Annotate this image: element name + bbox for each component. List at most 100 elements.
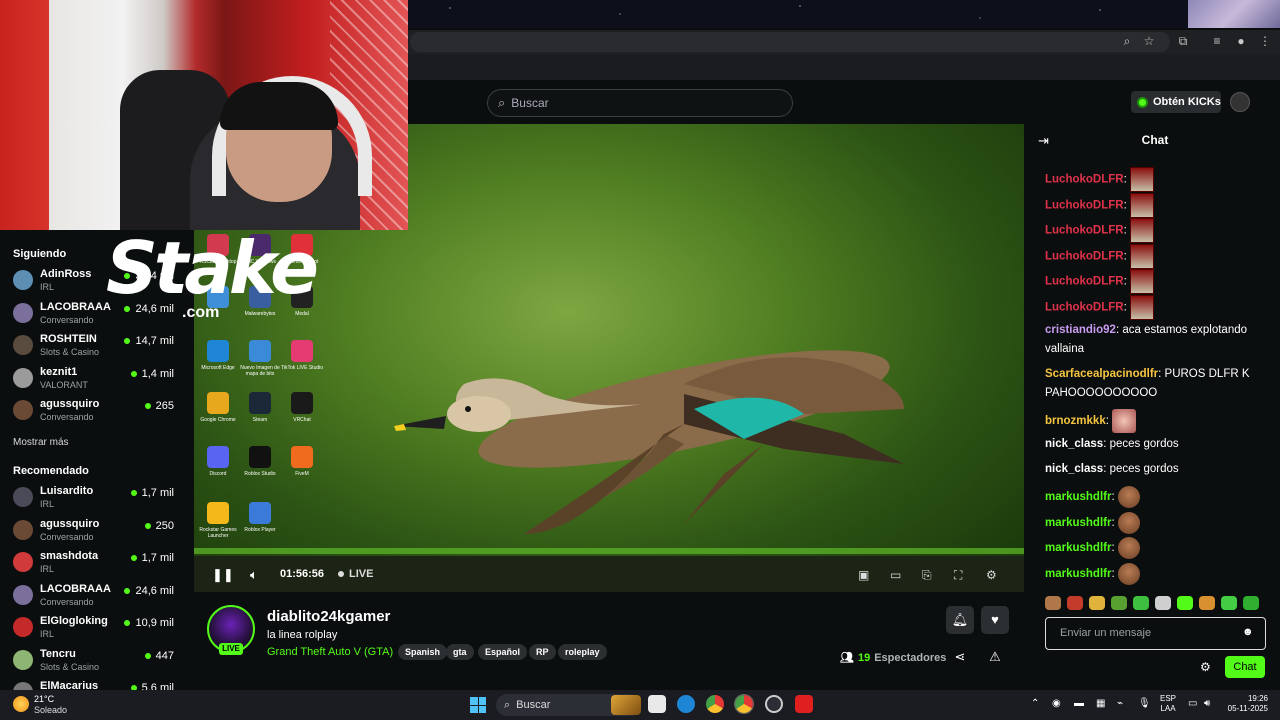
theater-mode-icon[interactable]: ▭ [890,568,901,582]
tag-pill[interactable]: roleplay [558,644,607,660]
fullscreen-icon[interactable]: ⛶ [954,568,962,583]
quick-emote-icon[interactable] [1199,596,1215,610]
chat-username[interactable]: cristiandio92 [1045,324,1116,336]
stake-logo-com: .com [182,304,220,321]
chat-username[interactable]: LuchokoDLFR [1045,302,1124,314]
show-more-link[interactable]: Mostrar más [13,437,69,448]
chat-message-input[interactable]: Enviar un mensaje [1045,617,1266,650]
sidebar-channel-item[interactable]: Tencru Slots & Casino 447 [13,647,178,677]
sidebar-channel-item[interactable]: ElGlogloking IRL 10,9 mil [13,614,178,644]
sidebar-channel-item[interactable]: smashdota IRL 1,7 mil [13,549,178,579]
chat-username[interactable]: LuchokoDLFR [1045,174,1124,186]
chrome-icon[interactable] [706,695,724,713]
chat-username[interactable]: brnozmkkk [1045,415,1106,427]
windows-search-box[interactable]: ⌕ Buscar [496,694,641,716]
chat-message: markushdlfr: [1045,486,1265,508]
chat-username[interactable]: nick_class [1045,463,1103,475]
weather-icon[interactable] [13,696,29,712]
emote-picker-icon[interactable]: ☻ [1242,626,1254,638]
tray-network-icon[interactable]: ⌁ [1117,698,1123,709]
chat-settings-icon[interactable]: ⚙ [1200,660,1214,674]
quick-emote-icon[interactable] [1045,596,1061,610]
follow-button[interactable]: ♥ [981,606,1009,634]
sidebar-channel-item[interactable]: keznit1 VALORANT 1,4 mil [13,365,178,395]
quick-emote-icon[interactable] [1155,596,1171,610]
channel-name[interactable]: diablito24kgamer [267,608,390,625]
share-icon[interactable]: ⋖ [951,648,969,666]
pause-icon[interactable]: ❚❚ [212,567,234,583]
tag-pill[interactable]: Spanish [398,644,448,660]
tray-grid-icon[interactable]: ▦ [1096,698,1105,709]
quick-emote-icon[interactable] [1111,596,1127,610]
video-progress-bar[interactable] [194,548,1024,554]
youtube-icon[interactable] [795,695,813,713]
picture-in-picture-icon[interactable]: ▣ [858,568,869,582]
media-controls-icon[interactable]: ≡ [1210,34,1224,48]
search-input[interactable]: ⌕ Buscar [487,89,793,117]
tag-pill[interactable]: Español [478,644,528,660]
chat-username[interactable]: markushdlfr [1045,517,1111,529]
desktop-icon-label: Microsoft Edge [201,365,235,371]
tag-pill[interactable]: RP [529,644,556,660]
quick-emote-icon[interactable] [1221,596,1237,610]
address-bar[interactable] [410,32,1170,52]
send-chat-button[interactable]: Chat [1225,656,1265,678]
edge-icon[interactable] [677,695,695,713]
discord-tray-icon[interactable]: ◉ [1052,698,1061,709]
chat-username[interactable]: markushdlfr [1045,491,1111,503]
sidebar-channel-item[interactable]: agussquiro Conversando 250 [13,517,178,547]
desktop-app-icon [291,446,313,468]
live-indicator[interactable]: LIVE [338,568,373,580]
sidebar-channel-item[interactable]: agussquiro Conversando 265 [13,397,178,427]
notifications-bell-button[interactable]: 🔔︎ [946,606,974,634]
chat-message: nick_class: peces gordos [1045,463,1179,475]
chat-username[interactable]: Scarfacealpacinodlfr [1045,368,1158,380]
extensions-icon[interactable]: ⧉ [1176,34,1190,48]
stream-category-link[interactable]: Grand Theft Auto V (GTA) [267,646,393,658]
sidebar-channel-item[interactable]: ROSHTEIN Slots & Casino 14,7 mil [13,332,178,362]
monitor-icon[interactable]: ▭ [1188,698,1197,709]
browser-menu-icon[interactable]: ⋮ [1258,34,1272,48]
chat-username[interactable]: LuchokoDLFR [1045,200,1124,212]
quick-emote-icon[interactable] [1133,596,1149,610]
clip-icon[interactable]: ⎘ [922,568,932,583]
chat-username[interactable]: nick_class [1045,438,1103,450]
language-indicator[interactable]: ESP LAA [1158,694,1178,714]
chat-username[interactable]: LuchokoDLFR [1045,276,1124,288]
report-icon[interactable]: ⚠ [986,648,1004,666]
profile-icon[interactable]: ● [1234,34,1248,48]
zoom-icon[interactable]: ⌕ [1120,34,1134,48]
chat-username[interactable]: LuchokoDLFR [1045,251,1124,263]
quick-emote-icon[interactable] [1067,596,1083,610]
sidebar-channel-item[interactable]: Luisardito IRL 1,7 mil [13,484,178,514]
speaker-icon[interactable]: 🔊︎ [1204,698,1210,709]
tag-pill[interactable]: gta [446,644,474,660]
settings-gear-icon[interactable]: ⚙ [986,568,997,582]
system-clock[interactable]: 19:26 05-11-2025 [1224,694,1268,714]
channel-avatar-icon [13,335,33,355]
chat-username[interactable]: markushdlfr [1045,542,1111,554]
sidebar-channel-item[interactable]: LACOBRAAA Conversando 24,6 mil [13,582,178,612]
show-hidden-icons-icon[interactable]: ⌃ [1031,698,1039,709]
user-avatar[interactable] [1230,92,1250,112]
chat-username[interactable]: LuchokoDLFR [1045,225,1124,237]
tray-app-icon[interactable]: ▬ [1074,698,1084,709]
obs-icon[interactable] [765,695,783,713]
volume-icon[interactable]: 🔈︎ [250,567,266,583]
sidebar-channel-name: Tencru [40,647,76,660]
chat-username[interactable]: markushdlfr [1045,568,1111,580]
file-explorer-icon[interactable] [648,695,666,713]
collapse-chat-icon[interactable]: ⇥ [1038,133,1054,148]
sidebar-channel-category: VALORANT [40,379,88,390]
bookmark-star-icon[interactable]: ☆ [1142,34,1156,48]
microphone-icon[interactable]: 🎙︎ [1138,698,1151,709]
quick-emote-icon[interactable] [1177,596,1193,610]
get-kicks-button[interactable]: Obtén KICKs [1131,91,1221,113]
windows-start-icon[interactable] [470,697,486,713]
webcam-overlay [0,0,408,230]
chrome-active-icon[interactable] [734,694,754,714]
channel-avatar-icon [13,487,33,507]
quick-emote-icon[interactable] [1089,596,1105,610]
quick-emote-icon[interactable] [1243,596,1259,610]
chat-message: cristiandio92: aca estamos explotando va… [1045,324,1248,355]
